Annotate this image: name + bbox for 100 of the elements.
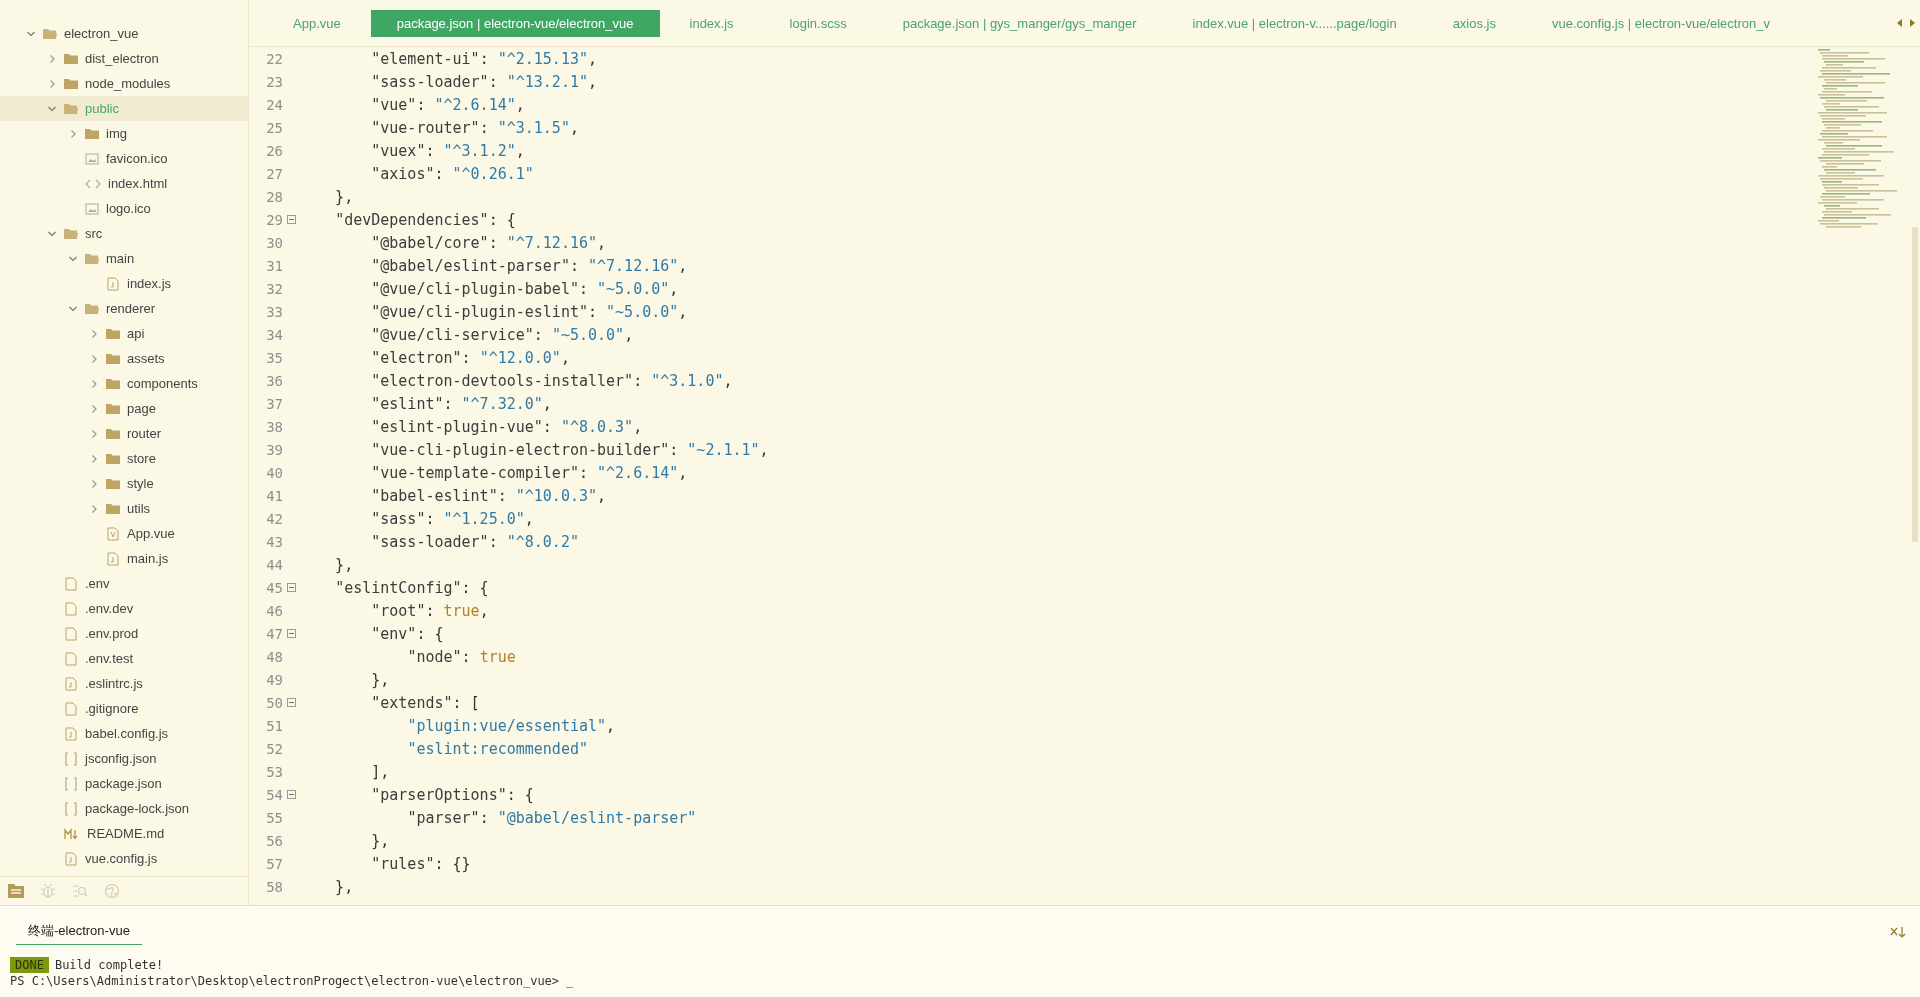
chevron-right-icon[interactable]	[47, 78, 57, 89]
terminal-message: Build complete!	[54, 958, 164, 972]
chevron-right-icon[interactable]	[89, 453, 99, 464]
code-line: "parserOptions": {	[370, 785, 534, 804]
line-number: 41	[265, 487, 283, 504]
code-line: "eslint:recommended"	[406, 739, 588, 758]
line-number: 54	[265, 786, 283, 803]
tree-item[interactable]: .env.dev	[0, 596, 248, 621]
tree-item[interactable]: electron_vue	[0, 21, 248, 46]
markdown-file-icon	[64, 827, 80, 840]
tree-item[interactable]: node_modules	[0, 71, 248, 96]
tree-item[interactable]: .env.test	[0, 646, 248, 671]
code-line: "eslint": "^7.32.0",	[370, 394, 552, 413]
tree-item[interactable]: babel.config.js	[0, 721, 248, 746]
chevron-right-icon[interactable]	[89, 428, 99, 439]
collapse-icon[interactable]	[286, 790, 296, 799]
code-line: "root": true,	[370, 601, 489, 620]
line-number: 26	[265, 142, 283, 159]
tree-item[interactable]: main.js	[0, 546, 248, 571]
code-line: "element-ui": "^2.15.13",	[370, 49, 598, 68]
tree-item[interactable]: package-lock.json	[0, 796, 248, 821]
tree-item[interactable]: style	[0, 471, 248, 496]
line-number: 40	[265, 464, 283, 481]
open-folder-icon	[64, 227, 78, 240]
scroll-arrows-icon[interactable]	[1896, 18, 1916, 28]
tree-item[interactable]: vue.config.js	[0, 846, 248, 871]
tree-item[interactable]: README.md	[0, 821, 248, 846]
text-cursor: _	[566, 974, 574, 988]
tree-item[interactable]: img	[0, 121, 248, 146]
code-line: },	[334, 555, 354, 574]
tree-item[interactable]: .env	[0, 571, 248, 596]
line-number: 46	[265, 602, 283, 619]
tree-item[interactable]: package.json	[0, 771, 248, 796]
tree-item[interactable]: api	[0, 321, 248, 346]
terminal-tab[interactable]: 终端-electron-vue	[16, 918, 142, 945]
chevron-right-icon[interactable]	[47, 53, 57, 64]
tree-item[interactable]: page	[0, 396, 248, 421]
tree-item[interactable]: jsconfig.json	[0, 746, 248, 771]
tree-item[interactable]: utils	[0, 496, 248, 521]
chevron-right-icon[interactable]	[68, 128, 78, 139]
tree-item[interactable]: App.vue	[0, 521, 248, 546]
file-icon	[64, 576, 78, 591]
folder-icon	[106, 502, 120, 515]
tree-item[interactable]: store	[0, 446, 248, 471]
tree-item[interactable]: index.js	[0, 271, 248, 296]
folder-icon	[106, 402, 120, 415]
tree-item[interactable]: dist_electron	[0, 46, 248, 71]
image-file-icon	[85, 152, 99, 165]
tree-item[interactable]: .env.prod	[0, 621, 248, 646]
collapse-icon[interactable]	[286, 629, 296, 638]
code-line: "env": {	[370, 624, 444, 643]
collapse-icon[interactable]	[286, 698, 296, 707]
open-folder-icon	[64, 102, 78, 115]
line-number: 31	[265, 257, 283, 274]
code-line: "@babel/eslint-parser": "^7.12.16",	[370, 256, 688, 275]
line-number: 30	[265, 234, 283, 251]
brackets-file-icon	[64, 801, 78, 816]
tree-item[interactable]: .eslintrc.js	[0, 671, 248, 696]
tree-item[interactable]: router	[0, 421, 248, 446]
status-badge: DONE	[10, 957, 49, 973]
line-number: 48	[265, 648, 283, 665]
tree-item[interactable]: logo.ico	[0, 196, 248, 221]
tree-item[interactable]: main	[0, 246, 248, 271]
line-number: 35	[265, 349, 283, 366]
code-line: "vue-cli-plugin-electron-builder": "~2.1.1",	[370, 440, 769, 459]
code-line: "axios": "^0.26.1"	[370, 164, 534, 183]
line-number: 33	[265, 303, 283, 320]
chevron-right-icon[interactable]	[89, 328, 99, 339]
chevron-right-icon[interactable]	[89, 503, 99, 514]
chevron-right-icon[interactable]	[89, 353, 99, 364]
close-terminal-icon[interactable]	[1890, 925, 1906, 938]
code-line: "extends": [	[370, 693, 480, 712]
line-number: 29	[265, 211, 283, 228]
collapse-icon[interactable]	[286, 215, 296, 224]
code-line: },	[370, 831, 390, 850]
code-line: "@vue/cli-plugin-eslint": "~5.0.0",	[370, 302, 688, 321]
code-line: "vue-router": "^3.1.5",	[370, 118, 579, 137]
code-line: "eslintConfig": {	[334, 578, 489, 597]
file-icon	[106, 276, 120, 291]
line-number: 34	[265, 326, 283, 343]
file-icon	[64, 851, 78, 866]
code-line: "babel-eslint": "^10.0.3",	[370, 486, 607, 505]
scrollbar[interactable]	[1912, 227, 1918, 542]
folder-icon	[64, 77, 78, 90]
chevron-right-icon[interactable]	[89, 403, 99, 414]
chevron-right-icon[interactable]	[89, 478, 99, 489]
tree-item[interactable]: favicon.ico	[0, 146, 248, 171]
tree-item[interactable]: .gitignore	[0, 696, 248, 721]
tree-item[interactable]: index.html	[0, 171, 248, 196]
tree-item[interactable]: assets	[0, 346, 248, 371]
code-line: },	[370, 670, 390, 689]
chevron-right-icon[interactable]	[89, 378, 99, 389]
brackets-file-icon	[64, 751, 78, 766]
tree-item[interactable]: components	[0, 371, 248, 396]
line-number: 28	[265, 188, 283, 205]
file-icon	[106, 551, 120, 566]
line-number: 37	[265, 395, 283, 412]
tree-item[interactable]: src	[0, 221, 248, 246]
tree-item[interactable]: renderer	[0, 296, 248, 321]
collapse-icon[interactable]	[286, 583, 296, 592]
